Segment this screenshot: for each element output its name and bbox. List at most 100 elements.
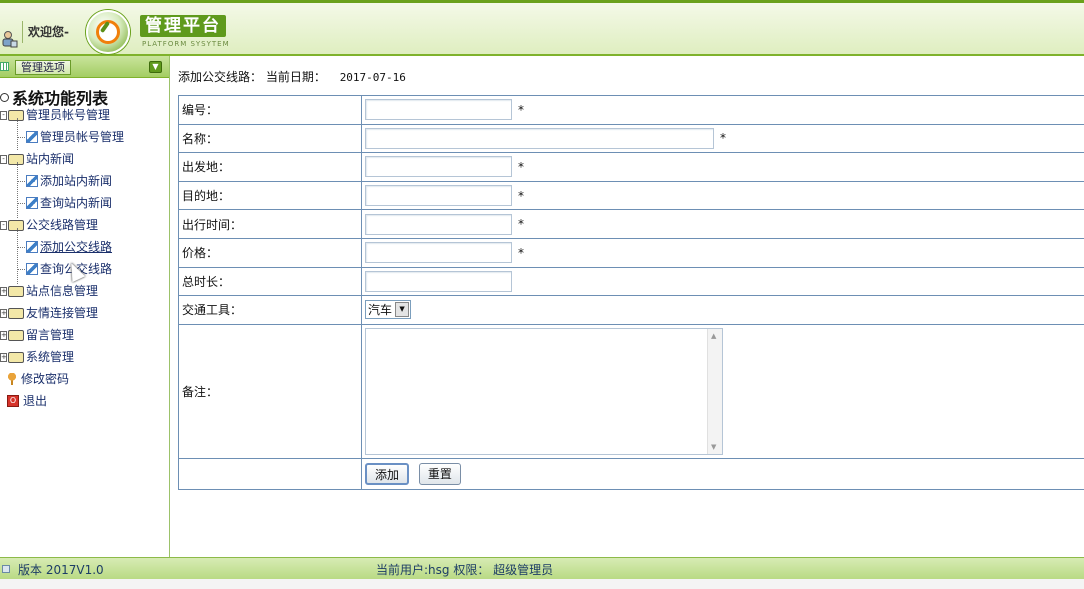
tree-item-add-bus-route[interactable]: 添加公交线路 (17, 237, 112, 257)
item-label: 查询站内新闻 (40, 196, 113, 210)
field-label: 名称： (178, 123, 362, 154)
required-mark: * (518, 159, 524, 174)
sidebar: 管理选项 ▼ 系统功能列表 - 管理员帐号管理 管理员帐号管理 - 站内新闻 添… (0, 56, 170, 557)
edit-icon (26, 263, 38, 275)
collapse-icon[interactable]: ▼ (149, 61, 162, 73)
reset-button[interactable]: 重置 (418, 462, 461, 485)
depart-time-input[interactable] (365, 213, 512, 235)
folder-icon (8, 351, 24, 363)
welcome-text: 欢迎您- (28, 25, 69, 39)
required-mark: * (518, 102, 524, 117)
date-value: 2017-07-16 (339, 71, 406, 84)
tree-group-news[interactable]: - 站内新闻 (0, 149, 74, 169)
vehicle-selected-value: 汽车 (368, 303, 393, 318)
dropdown-arrow-icon[interactable]: ▼ (395, 302, 410, 318)
form-row-remark: 备注： ▲ ▼ (178, 323, 1084, 459)
tree-item-logout[interactable]: O 退出 (2, 391, 47, 411)
expander-icon[interactable]: + (0, 308, 7, 318)
item-label: 添加公交线路 (40, 240, 113, 254)
form-row-depart-time: 出行时间： * (178, 209, 1084, 239)
scrollbar[interactable]: ▲ ▼ (707, 328, 722, 454)
duration-input[interactable] (365, 270, 512, 292)
scroll-down-icon: ▼ (711, 442, 717, 451)
form-row-destination: 目的地： * (178, 180, 1084, 211)
edit-icon (26, 175, 38, 187)
breadcrumb: 添加公交线路： 当前日期： 2017-07-16 (178, 68, 406, 85)
required-mark: * (518, 245, 524, 260)
vehicle-select[interactable]: 汽车 ▼ (365, 300, 412, 320)
version-icon (2, 565, 10, 573)
options-button[interactable]: 管理选项 (15, 60, 71, 75)
form-row-vehicle: 交通工具： 汽车 ▼ (178, 295, 1084, 325)
field-label: 目的地： (178, 180, 362, 211)
logo-title: 管理平台 (140, 15, 226, 37)
tree-item-query-bus-route[interactable]: 查询公交线路 (17, 259, 112, 279)
header: 欢迎您- 管理平台 PLATFORM SYSYTEM (0, 0, 1084, 56)
required-mark: * (720, 131, 726, 146)
folder-icon (8, 285, 24, 297)
field-label: 交通工具： (178, 295, 362, 325)
tree-item-query-news[interactable]: 查询站内新闻 (17, 193, 112, 213)
current-user-text: 当前用户:hsg 权限： 超级管理员 (376, 563, 554, 577)
form-row-actions: 添加 重置 (178, 457, 1084, 490)
tree-group-friend-links[interactable]: + 友情连接管理 (0, 303, 98, 323)
destination-input[interactable] (365, 185, 512, 207)
origin-input[interactable] (365, 156, 512, 178)
folder-icon (8, 153, 24, 165)
tree-group-messages[interactable]: + 留言管理 (0, 325, 74, 345)
date-label: 当前日期： (265, 70, 326, 84)
field-label: 出发地： (178, 152, 362, 182)
page-title: 添加公交线路： (178, 70, 263, 84)
tree-item-add-news[interactable]: 添加站内新闻 (17, 171, 112, 191)
grid-icon (0, 62, 9, 71)
edit-icon (26, 197, 38, 209)
tree-group-system[interactable]: + 系统管理 (0, 347, 74, 367)
field-label: 总时长： (178, 266, 362, 297)
header-separator (22, 21, 23, 43)
expander-icon[interactable]: - (0, 220, 7, 230)
main-content: 添加公交线路： 当前日期： 2017-07-16 编号： * 名称： * 出发地… (178, 56, 1084, 557)
group-label: 友情连接管理 (26, 306, 99, 320)
tree-group-station-info[interactable]: + 站点信息管理 (0, 281, 98, 301)
expander-icon[interactable]: - (0, 154, 7, 164)
expander-icon[interactable]: - (0, 110, 7, 120)
folder-icon (8, 329, 24, 341)
folder-icon (8, 219, 24, 231)
required-mark: * (518, 217, 524, 232)
root-bullet-icon (0, 92, 9, 102)
field-label: 价格： (178, 237, 362, 268)
sidebar-header: 管理选项 ▼ (0, 56, 169, 78)
user-icon (2, 30, 18, 48)
tree-item-change-password[interactable]: 修改密码 (2, 369, 69, 389)
group-label: 公交线路管理 (26, 218, 99, 232)
item-label: 退出 (23, 394, 48, 408)
footer: 版本 2017V1.0 当前用户:hsg 权限： 超级管理员 (0, 557, 1084, 579)
code-input[interactable] (365, 99, 512, 121)
add-button[interactable]: 添加 (365, 462, 410, 485)
route-form: 编号： * 名称： * 出发地： * 目的地： * 出行时间： * 价格： * … (178, 95, 1084, 490)
item-label: 修改密码 (21, 372, 70, 386)
form-row-name: 名称： * (178, 123, 1084, 154)
exit-icon: O (7, 395, 19, 407)
version-text: 版本 2017V1.0 (18, 563, 104, 577)
name-input[interactable] (365, 127, 714, 149)
tree-group-bus-routes[interactable]: - 公交线路管理 (0, 215, 98, 235)
folder-icon (8, 307, 24, 319)
form-row-duration: 总时长： (178, 266, 1084, 297)
expander-icon[interactable]: + (0, 330, 7, 340)
logo-icon (86, 10, 130, 54)
group-label: 留言管理 (26, 328, 75, 342)
scroll-up-icon: ▲ (711, 331, 717, 340)
remark-textarea[interactable]: ▲ ▼ (365, 327, 723, 455)
form-row-code: 编号： * (178, 95, 1084, 125)
expander-icon[interactable]: + (0, 286, 7, 296)
group-label: 站内新闻 (26, 152, 75, 166)
tree-item-admin-account[interactable]: 管理员帐号管理 (17, 127, 124, 147)
item-label: 添加站内新闻 (40, 174, 113, 188)
field-label: 备注： (178, 323, 362, 459)
edit-icon (26, 241, 38, 253)
expander-icon[interactable]: + (0, 352, 7, 362)
key-icon (7, 373, 17, 385)
required-mark: * (518, 188, 524, 203)
price-input[interactable] (365, 242, 512, 264)
